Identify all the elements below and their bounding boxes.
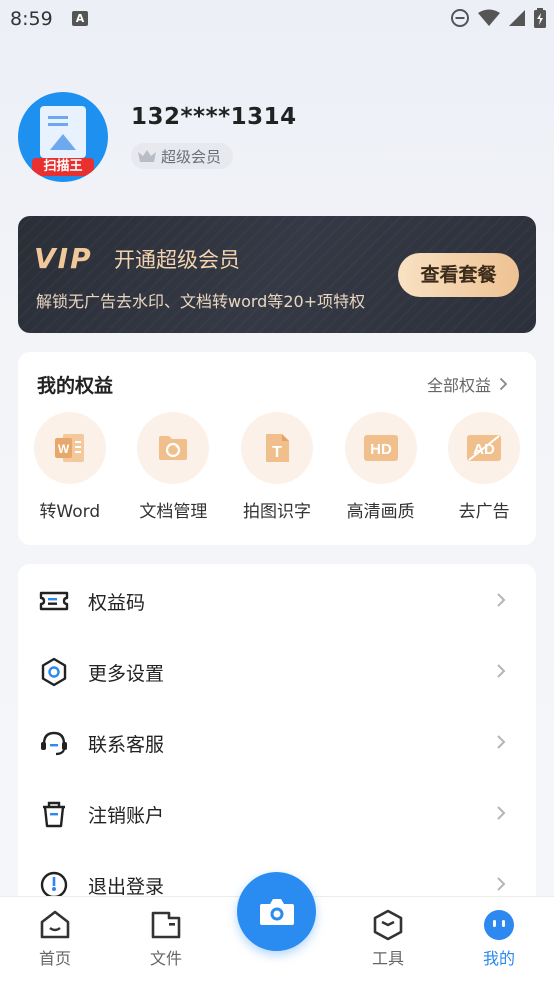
svg-text:HD: HD	[370, 441, 392, 458]
avatar-tag: 扫描王	[32, 158, 94, 176]
status-bar: 8:59 A	[0, 0, 554, 38]
camera-icon	[259, 898, 294, 925]
right-item-doc-manage[interactable]: 文档管理	[122, 412, 226, 522]
headset-icon	[41, 731, 67, 756]
menu-item-label: 注销账户	[88, 805, 165, 827]
right-item-label: 拍图识字	[242, 502, 311, 522]
settings-icon	[41, 657, 67, 687]
member-label: 超级会员	[161, 147, 222, 166]
nav-label: 文件	[149, 949, 182, 968]
menu-item-label: 联系客服	[88, 734, 165, 756]
status-time: 8:59	[10, 8, 53, 30]
profile-icon	[484, 910, 514, 940]
right-item-hd[interactable]: HD 高清画质	[329, 412, 433, 522]
menu-item-contact-support[interactable]: 联系客服	[18, 707, 536, 778]
chevron-right-icon	[497, 593, 506, 607]
nav-home[interactable]: 首页	[25, 909, 85, 969]
view-plans-button[interactable]: 查看套餐	[398, 253, 519, 297]
my-rights-card: 我的权益 全部权益 W 转Word 文档管理 T 拍图识字 HD 高清画质 AD…	[18, 352, 536, 545]
folder-icon	[151, 911, 181, 939]
chevron-right-icon	[497, 735, 506, 749]
menu-item-delete-account[interactable]: 注销账户	[18, 778, 536, 849]
right-item-no-ads[interactable]: AD 去广告	[432, 412, 536, 522]
nav-label: 首页	[38, 949, 71, 968]
menu-item-label: 退出登录	[88, 876, 165, 898]
notification-a-icon: A	[72, 11, 88, 26]
right-item-ocr[interactable]: T 拍图识字	[225, 412, 329, 522]
folder-sync-icon	[159, 436, 188, 460]
word-icon: W	[54, 434, 84, 462]
vip-banner[interactable]: VIP 开通超级会员 解锁无广告去水印、文档转word等20+项特权 查看套餐	[18, 216, 536, 333]
user-phone: 132****1314	[131, 104, 297, 130]
right-item-label: 文档管理	[139, 502, 208, 522]
no-ad-icon: AD	[467, 435, 502, 461]
ticket-icon	[39, 591, 69, 611]
all-rights-label: 全部权益	[426, 376, 491, 395]
nav-files[interactable]: 文件	[136, 909, 196, 969]
tools-icon	[373, 909, 403, 941]
right-item-label: 高清画质	[346, 502, 415, 522]
home-icon	[40, 910, 70, 939]
wifi-icon	[478, 9, 500, 26]
chevron-right-icon	[497, 877, 506, 891]
nav-label: 我的	[482, 949, 515, 968]
do-not-disturb-icon	[451, 9, 469, 27]
chevron-right-icon	[497, 806, 506, 820]
menu-item-more-settings[interactable]: 更多设置	[18, 636, 536, 707]
hd-icon: HD	[363, 435, 398, 461]
nav-mine[interactable]: 我的	[469, 909, 529, 969]
nav-tools[interactable]: 工具	[358, 909, 418, 969]
right-item-label: 转Word	[39, 502, 101, 522]
vip-title: 开通超级会员	[114, 248, 240, 272]
right-item-word[interactable]: W 转Word	[18, 412, 122, 522]
svg-text:T: T	[272, 444, 282, 461]
svg-text:W: W	[58, 442, 70, 456]
chevron-right-icon	[499, 377, 508, 391]
signal-icon	[509, 10, 525, 26]
svg-text:AD: AD	[473, 441, 495, 458]
all-rights-link[interactable]: 全部权益	[427, 372, 508, 396]
member-badge: 超级会员	[131, 143, 234, 169]
avatar[interactable]: 扫描王	[18, 92, 108, 182]
battery-icon	[534, 8, 546, 28]
settings-menu-card: 权益码 更多设置 联系客服 注销账户 退出登录	[18, 564, 536, 924]
camera-scan-button[interactable]	[237, 872, 316, 951]
menu-item-label: 更多设置	[88, 663, 165, 685]
document-scan-icon	[40, 106, 86, 158]
menu-item-label: 权益码	[88, 592, 146, 614]
right-item-label: 去广告	[458, 502, 510, 522]
crown-icon	[138, 150, 156, 162]
vip-logo: VIP	[34, 242, 93, 275]
trash-icon	[43, 801, 65, 828]
rights-title: 我的权益	[37, 375, 114, 397]
menu-item-rights-code[interactable]: 权益码	[18, 565, 536, 636]
nav-label: 工具	[371, 949, 404, 968]
chevron-right-icon	[497, 664, 506, 678]
vip-description: 解锁无广告去水印、文档转word等20+项特权	[36, 292, 366, 311]
text-recognition-icon: T	[265, 434, 289, 462]
